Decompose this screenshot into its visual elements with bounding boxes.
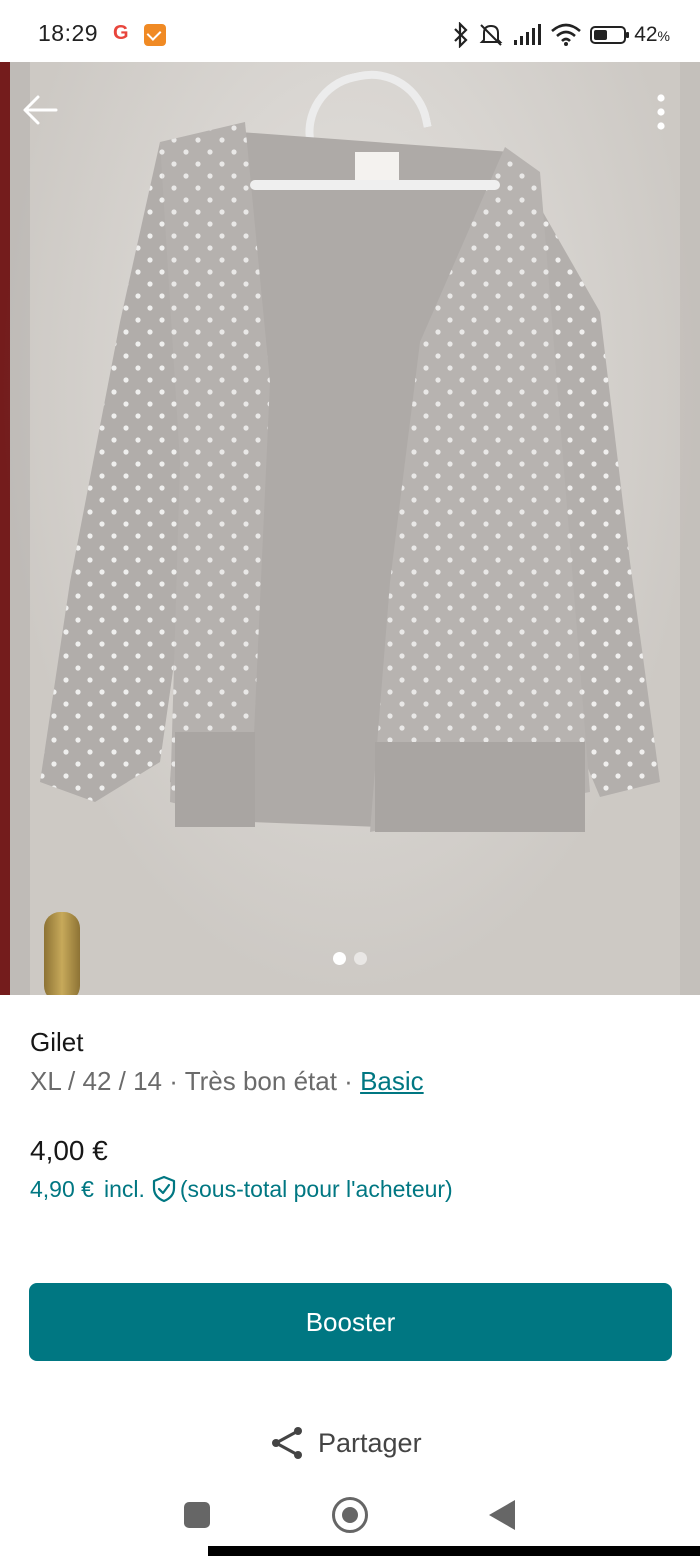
- item-condition: Très bon état: [184, 1066, 337, 1096]
- system-back-icon[interactable]: [489, 1500, 515, 1530]
- product-photo-gallery[interactable]: [0, 62, 700, 995]
- mail-notification-icon: [144, 24, 166, 46]
- battery-level: 42%: [634, 23, 670, 47]
- google-icon: G: [113, 22, 129, 44]
- hanger-bar: [250, 180, 500, 190]
- gesture-bar: [208, 1546, 700, 1556]
- item-title: Gilet: [30, 1027, 84, 1057]
- buyer-total-price[interactable]: 4,90 € incl. (sous-total pour l'acheteur…: [30, 1175, 453, 1203]
- item-price: 4,00 €: [30, 1135, 108, 1166]
- total-note: (sous-total pour l'acheteur): [179, 1175, 453, 1202]
- back-arrow-icon[interactable]: [20, 92, 60, 128]
- shield-check-icon: [152, 1175, 175, 1203]
- share-button[interactable]: Partager: [268, 1424, 422, 1462]
- brand-link[interactable]: Basic: [360, 1066, 424, 1096]
- share-icon: [272, 1427, 302, 1459]
- incl-label: incl.: [103, 1175, 145, 1202]
- wifi-icon: [551, 23, 582, 46]
- battery-icon: [590, 26, 630, 44]
- meta-separator: ·: [344, 1066, 353, 1096]
- image-dot-active[interactable]: [333, 952, 346, 965]
- status-time: 18:29: [38, 20, 99, 46]
- recents-icon[interactable]: [184, 1502, 210, 1528]
- image-dot[interactable]: [354, 952, 367, 965]
- system-nav-bar: [0, 1480, 700, 1556]
- item-meta: XL / 42 / 14 · Très bon état · Basic: [30, 1066, 424, 1097]
- cardigan-image: [40, 122, 660, 832]
- booster-button[interactable]: Booster: [29, 1283, 672, 1361]
- more-vertical-icon[interactable]: [646, 90, 676, 134]
- status-bar: 18:29 G 42%: [0, 0, 700, 62]
- item-size: XL / 42 / 14: [30, 1066, 163, 1096]
- meta-separator: ·: [169, 1066, 178, 1096]
- share-label: Partager: [318, 1427, 422, 1458]
- signal-icon: [514, 24, 542, 45]
- home-icon[interactable]: [332, 1497, 368, 1533]
- status-icons: 42%: [452, 20, 670, 50]
- bluetooth-icon: [454, 22, 468, 48]
- bell-muted-icon: [479, 24, 503, 46]
- battery-percent: 42: [634, 23, 658, 46]
- image-pagination: [0, 952, 700, 965]
- battery-percent-unit: %: [657, 28, 670, 44]
- total-price-value: 4,90 €: [30, 1175, 94, 1202]
